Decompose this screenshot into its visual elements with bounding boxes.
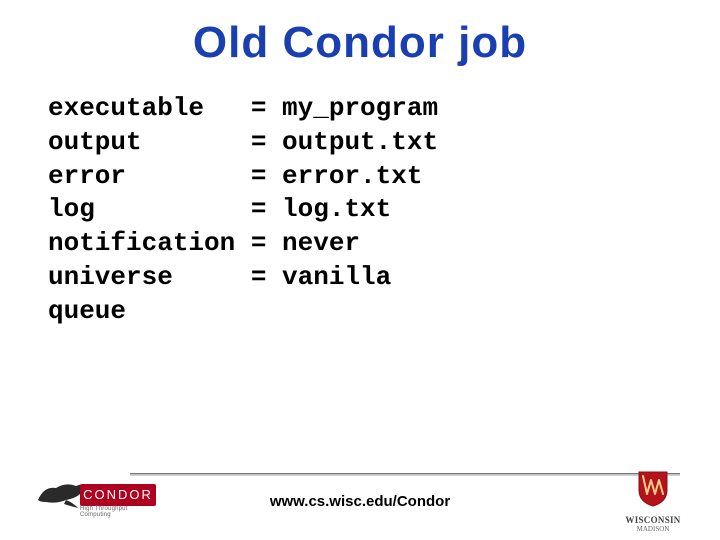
job-file-code: executable = my_program output = output.…: [48, 92, 720, 329]
wisconsin-logo: WISCONSIN MADISON: [618, 468, 688, 532]
wisconsin-logo-text: WISCONSIN: [618, 515, 688, 525]
divider-line: [130, 473, 680, 476]
wisconsin-crest-icon: [635, 468, 671, 508]
condor-logo-text: CONDOR: [80, 484, 156, 506]
condor-logo-subtext: High Throughput Computing: [80, 506, 156, 518]
slide-title: Old Condor job: [0, 18, 720, 68]
condor-logo: CONDOR High Throughput Computing: [36, 476, 156, 524]
wisconsin-logo-subtext: MADISON: [618, 525, 688, 533]
